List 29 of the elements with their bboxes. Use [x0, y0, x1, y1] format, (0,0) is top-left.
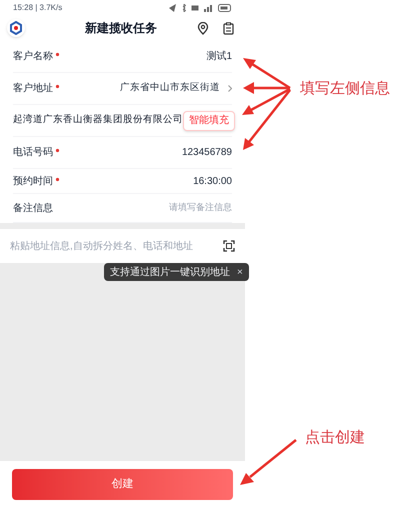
field-label: 起湾道广东香山衡器集团股份有限公司 — [13, 113, 183, 128]
create-button[interactable]: 创建 — [12, 468, 233, 500]
close-button[interactable]: × — [237, 264, 243, 280]
message-icon — [191, 4, 199, 12]
status-time: 15:28 | 3.7K/s — [13, 2, 62, 14]
chevron-icon — [228, 85, 232, 92]
scan-icon[interactable] — [223, 240, 235, 252]
arrow — [240, 439, 297, 485]
field-value[interactable]: 测试1 — [206, 49, 232, 64]
tooltip-text: 支持通过图片一键识别地址 — [110, 266, 230, 280]
location-arrow-icon — [169, 4, 177, 12]
clipboard-icon[interactable] — [223, 22, 234, 34]
field-label: 客户名称 — [13, 50, 53, 64]
battery-icon — [218, 4, 232, 12]
field-label: 客户地址 — [13, 82, 53, 96]
location-icon[interactable] — [197, 22, 209, 34]
field-label: 预约时间 — [13, 174, 53, 188]
bluetooth-icon — [182, 4, 186, 12]
signal-icon — [204, 4, 213, 12]
field-value[interactable]: 123456789 — [182, 145, 232, 160]
field-label: 电话号码 — [13, 146, 53, 160]
page-title: 新建揽收任务 — [84, 20, 158, 37]
field-label: 备注信息 — [13, 202, 54, 216]
smart-fill-button[interactable]: 智能填充 — [183, 110, 235, 130]
app-logo — [7, 19, 25, 37]
field-value[interactable]: 广东省中山市东区街道 — [120, 81, 220, 96]
field-value[interactable]: 16:30:00 — [193, 174, 232, 188]
annotation-text: 点击创建 — [305, 428, 365, 448]
annotation-text: 填写左侧信息 — [300, 79, 390, 99]
